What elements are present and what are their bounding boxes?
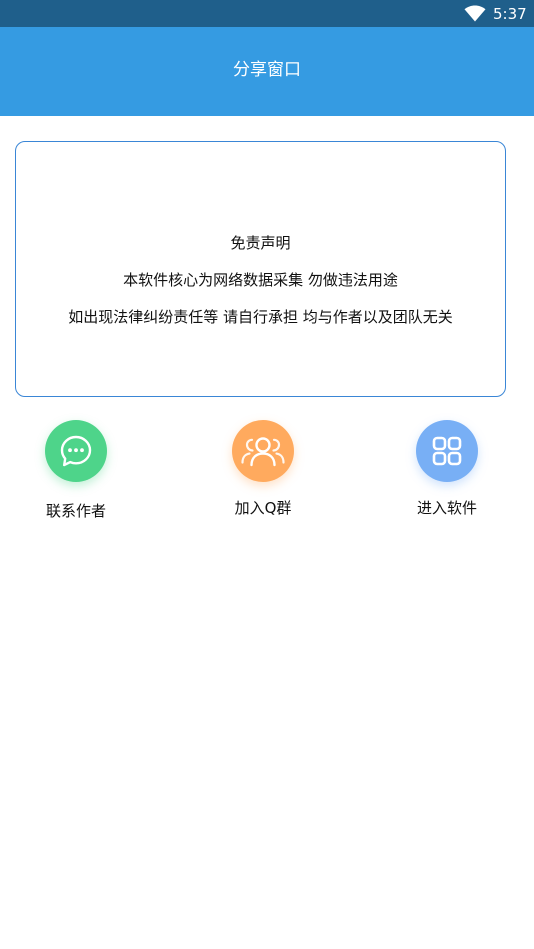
enter-app-label: 进入软件 xyxy=(416,499,477,517)
disclaimer-card: 免责声明 本软件核心为网络数据采集 勿做违法用途 如出现法律纠纷责任等 请自行承… xyxy=(15,141,506,397)
contact-author-button[interactable]: 联系作者 xyxy=(11,420,141,530)
disclaimer-line-usage: 本软件核心为网络数据采集 勿做违法用途 xyxy=(123,271,398,289)
disclaimer-line-liability: 如出现法律纠纷责任等 请自行承担 均与作者以及团队无关 xyxy=(68,308,453,326)
wifi-icon xyxy=(464,5,486,22)
app-grid-icon xyxy=(432,436,462,466)
chat-bubble-icon xyxy=(60,435,92,467)
enter-app-button[interactable]: 进入软件 xyxy=(382,420,512,530)
app-bar: 分享窗口 xyxy=(0,27,534,116)
page-title: 分享窗口 xyxy=(233,60,301,80)
join-qq-group-label: 加入Q群 xyxy=(234,499,292,517)
join-qq-group-button[interactable]: 加入Q群 xyxy=(198,420,328,530)
enter-app-icon-circle[interactable] xyxy=(416,420,478,482)
contact-author-label: 联系作者 xyxy=(45,502,106,520)
join-qq-group-icon-circle[interactable] xyxy=(232,420,294,482)
disclaimer-heading: 免责声明 xyxy=(230,234,291,252)
users-group-icon xyxy=(241,437,285,467)
status-bar: 5:37 xyxy=(0,0,534,27)
contact-author-icon-circle[interactable] xyxy=(45,420,107,482)
status-time: 5:37 xyxy=(493,5,527,23)
